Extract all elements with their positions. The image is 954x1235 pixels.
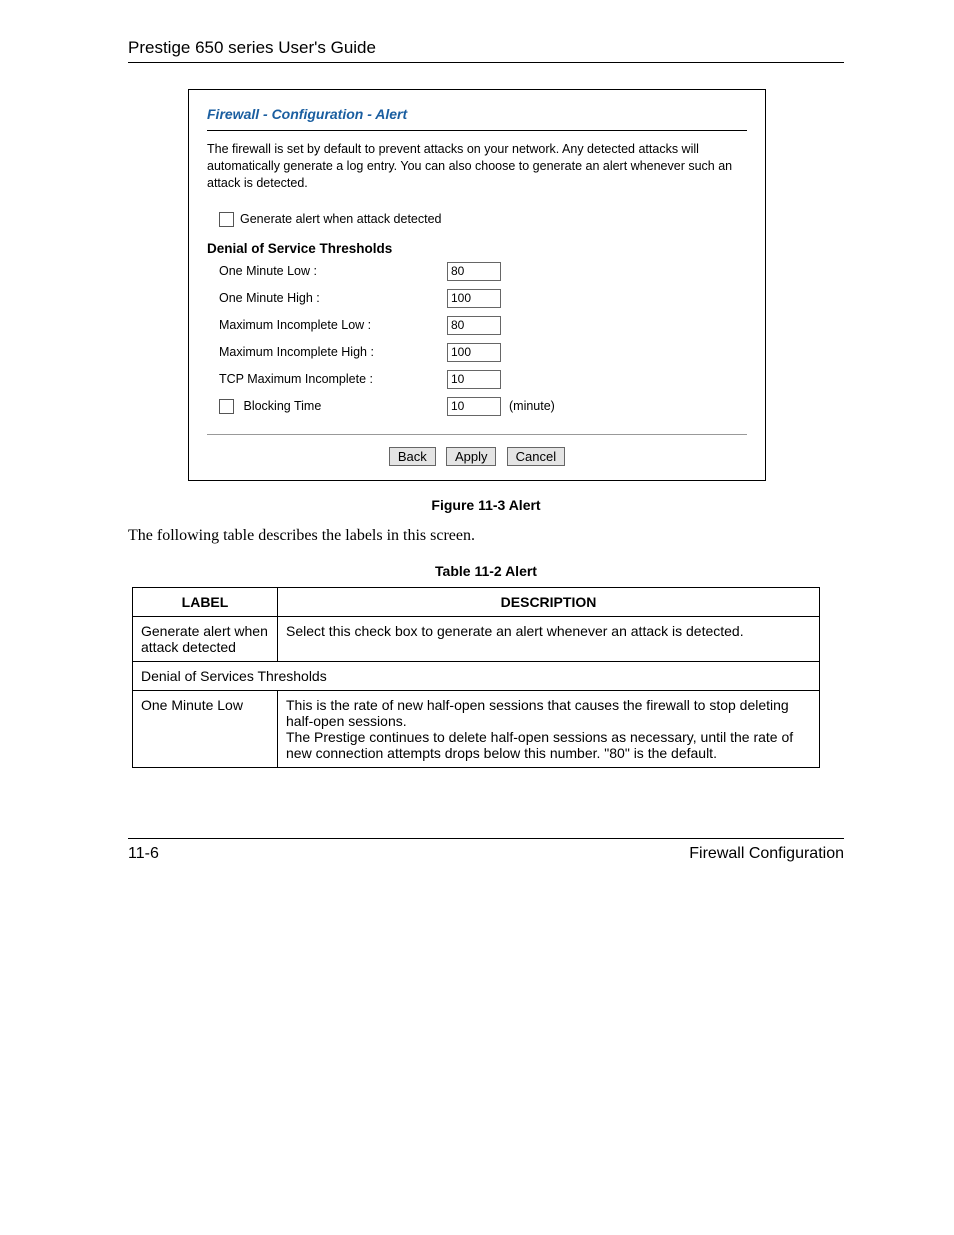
footer-section: Firewall Configuration: [689, 845, 844, 863]
blocking-time-row: Blocking Time (minute): [207, 397, 747, 416]
dos-thresholds-header: Denial of Service Thresholds: [207, 241, 747, 256]
tcp-max-incomplete-input[interactable]: [447, 370, 501, 389]
max-incomplete-low-input[interactable]: [447, 316, 501, 335]
th-label: LABEL: [133, 587, 278, 616]
max-incomplete-high-label: Maximum Incomplete High :: [219, 345, 447, 359]
panel-description: The firewall is set by default to preven…: [207, 141, 747, 192]
one-minute-low-row: One Minute Low :: [207, 262, 747, 281]
tcp-max-incomplete-row: TCP Maximum Incomplete :: [207, 370, 747, 389]
alert-table: LABEL DESCRIPTION Generate alert when at…: [132, 587, 820, 768]
cell-label: One Minute Low: [133, 690, 278, 767]
back-button[interactable]: Back: [389, 447, 436, 466]
body-text: The following table describes the labels…: [128, 527, 844, 545]
table-row: Generate alert when attack detected Sele…: [133, 616, 820, 661]
figure-caption: Figure 11-3 Alert: [128, 497, 844, 513]
page-footer: 11-6 Firewall Configuration: [128, 838, 844, 863]
cell-label: Generate alert when attack detected: [133, 616, 278, 661]
one-minute-high-label: One Minute High :: [219, 291, 447, 305]
panel-divider-bottom: [207, 434, 747, 435]
max-incomplete-low-row: Maximum Incomplete Low :: [207, 316, 747, 335]
panel-inner: Firewall - Configuration - Alert The fir…: [189, 90, 765, 480]
firewall-alert-panel: Firewall - Configuration - Alert The fir…: [188, 89, 766, 481]
th-description: DESCRIPTION: [278, 587, 820, 616]
apply-button[interactable]: Apply: [446, 447, 497, 466]
blocking-time-label-wrap: Blocking Time: [219, 399, 447, 414]
max-incomplete-high-row: Maximum Incomplete High :: [207, 343, 747, 362]
max-incomplete-high-input[interactable]: [447, 343, 501, 362]
table-row: One Minute Low This is the rate of new h…: [133, 690, 820, 767]
cell-span-label: Denial of Services Thresholds: [133, 661, 820, 690]
blocking-time-unit: (minute): [509, 399, 555, 413]
header-title: Prestige 650 series User's Guide: [128, 38, 376, 57]
button-row: Back Apply Cancel: [207, 447, 747, 466]
generate-alert-row: Generate alert when attack detected: [207, 212, 747, 227]
blocking-time-input[interactable]: [447, 397, 501, 416]
footer-page-number: 11-6: [128, 845, 159, 863]
one-minute-low-label: One Minute Low :: [219, 264, 447, 278]
one-minute-low-input[interactable]: [447, 262, 501, 281]
page: Prestige 650 series User's Guide Firewal…: [0, 0, 954, 1235]
blocking-time-label: Blocking Time: [243, 399, 321, 413]
table-row: Denial of Services Thresholds: [133, 661, 820, 690]
page-header: Prestige 650 series User's Guide: [128, 38, 844, 63]
table-header-row: LABEL DESCRIPTION: [133, 587, 820, 616]
blocking-time-checkbox[interactable]: [219, 399, 234, 414]
max-incomplete-low-label: Maximum Incomplete Low :: [219, 318, 447, 332]
tcp-max-incomplete-label: TCP Maximum Incomplete :: [219, 372, 447, 386]
generate-alert-label: Generate alert when attack detected: [240, 212, 442, 226]
generate-alert-checkbox[interactable]: [219, 212, 234, 227]
one-minute-high-input[interactable]: [447, 289, 501, 308]
cell-description: Select this check box to generate an ale…: [278, 616, 820, 661]
panel-title: Firewall - Configuration - Alert: [207, 106, 747, 122]
one-minute-high-row: One Minute High :: [207, 289, 747, 308]
cell-description: This is the rate of new half-open sessio…: [278, 690, 820, 767]
cancel-button[interactable]: Cancel: [507, 447, 565, 466]
panel-divider: [207, 130, 747, 131]
table-caption: Table 11-2 Alert: [128, 563, 844, 579]
